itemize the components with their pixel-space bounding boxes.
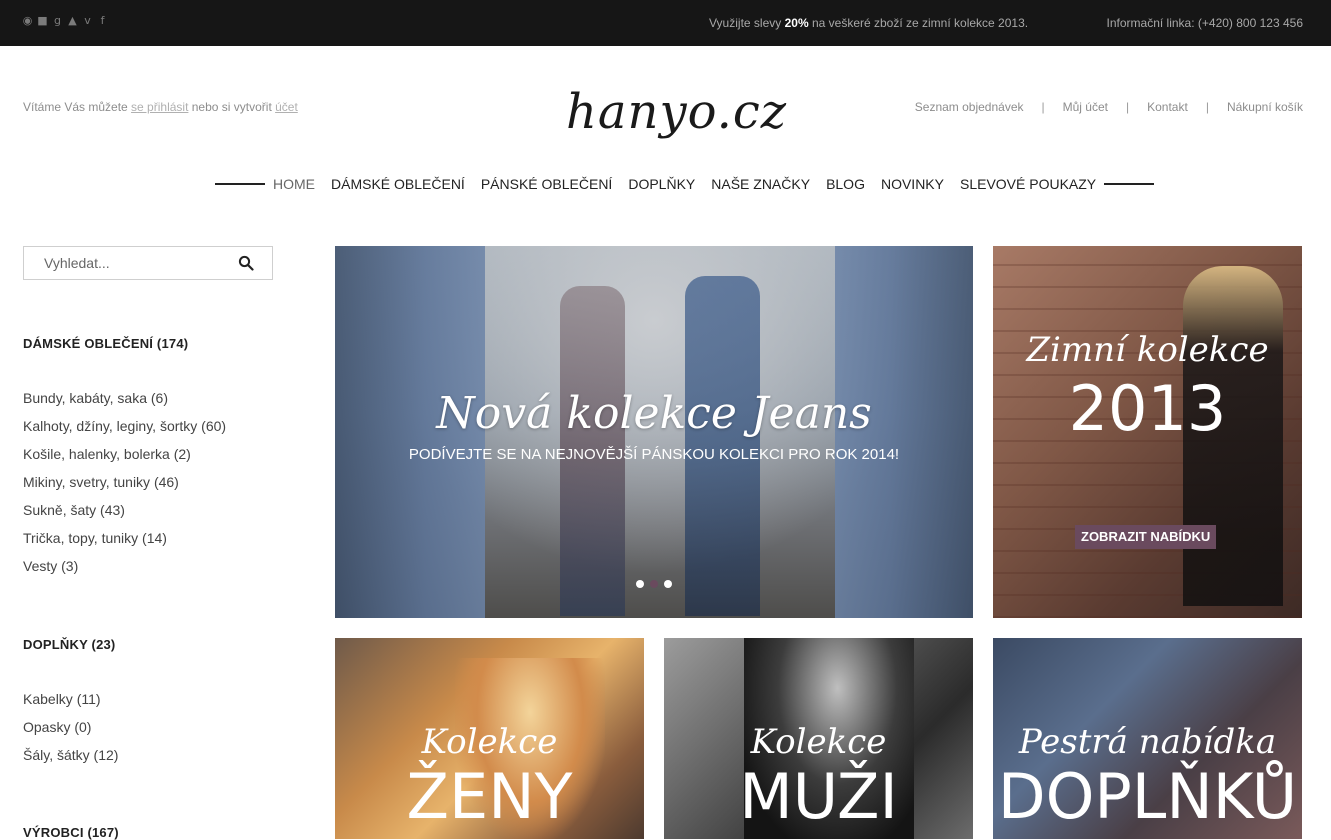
main-nav: HOME DÁMSKÉ OBLEČENÍ PÁNSKÉ OBLEČENÍ DOP… [215, 174, 1155, 194]
slider-dots [636, 580, 672, 588]
top-bar: ◉ ■ g ▲ v f Využijte slevy 20% na vešker… [0, 0, 1331, 46]
welcome-prefix: Vítáme Vás můžete [23, 100, 132, 114]
men-collection-banner[interactable]: Kolekce MUŽI [664, 638, 973, 839]
cart-link[interactable]: Nákupní košík [1227, 100, 1303, 114]
category-item[interactable]: Košile, halenky, bolerka (2) [23, 445, 226, 473]
rss-icon[interactable]: ◉ [22, 15, 33, 27]
separator: | [1205, 100, 1209, 114]
nav-item-home[interactable]: HOME [273, 174, 315, 194]
logo[interactable]: hanyo.cz [566, 82, 787, 142]
category-item[interactable]: Šály, šátky (12) [23, 746, 118, 774]
category-item[interactable]: Kabelky (11) [23, 690, 118, 718]
social-icons: ◉ ■ g ▲ v f [22, 15, 108, 27]
category-title-vyrobci[interactable]: VÝROBCI (167) [23, 825, 119, 840]
winter-year: 2013 [1068, 372, 1227, 445]
hero-subtitle: PODÍVEJTE SE NA NEJNOVĚJŠÍ PÁNSKOU KOLEK… [408, 446, 900, 463]
winter-collection-banner[interactable]: Zimní kolekce 2013 ZOBRAZIT NABÍDKU [993, 246, 1302, 618]
search-box [23, 246, 273, 280]
category-list-doplnky: Kabelky (11) Opasky (0) Šály, šátky (12) [23, 690, 118, 774]
promo-discount: 20% [784, 16, 809, 30]
create-account-link[interactable]: účet [275, 100, 298, 114]
my-account-link[interactable]: Můj účet [1063, 100, 1108, 114]
nav-item-panske[interactable]: PÁNSKÉ OBLEČENÍ [481, 174, 613, 194]
category-title-damske[interactable]: DÁMSKÉ OBLEČENÍ (174) [23, 336, 188, 351]
nav-item-novinky[interactable]: NOVINKY [881, 174, 944, 194]
nav-item-damske[interactable]: DÁMSKÉ OBLEČENÍ [331, 174, 465, 194]
category-item[interactable]: Vesty (3) [23, 557, 226, 585]
promo-before: Využijte slevy [709, 16, 785, 30]
twitter-icon[interactable]: ▲ [67, 15, 78, 27]
separator: | [1126, 100, 1130, 114]
flickr-icon[interactable]: ■ [37, 15, 48, 27]
men-title: MUŽI [739, 760, 898, 833]
men-script-title: Kolekce [750, 722, 887, 762]
welcome-text: Vítáme Vás můžete se přihlásit nebo si v… [23, 100, 298, 114]
hero-script-title: Nová kolekce Jeans [436, 388, 872, 439]
category-item[interactable]: Kalhoty, džíny, leginy, šortky (60) [23, 417, 226, 445]
category-item[interactable]: Bundy, kabáty, saka (6) [23, 389, 226, 417]
women-script-title: Kolekce [421, 722, 558, 762]
category-item[interactable]: Mikiny, svetry, tuniky (46) [23, 473, 226, 501]
category-item[interactable]: Trička, topy, tuniky (14) [23, 529, 226, 557]
nav-item-poukazy[interactable]: SLEVOVÉ POUKAZY [960, 174, 1096, 194]
category-list-damske: Bundy, kabáty, saka (6) Kalhoty, džíny, … [23, 389, 226, 585]
vimeo-icon[interactable]: v [82, 15, 93, 27]
nav-divider-left [215, 183, 265, 185]
category-title-doplnky[interactable]: DOPLŇKY (23) [23, 637, 115, 652]
slider-dot[interactable] [636, 580, 644, 588]
separator: | [1041, 100, 1045, 114]
women-collection-banner[interactable]: Kolekce ŽENY [335, 638, 644, 839]
category-item[interactable]: Sukně, šaty (43) [23, 501, 226, 529]
search-icon[interactable] [238, 255, 254, 271]
login-link[interactable]: se přihlásit [131, 100, 188, 114]
accessories-script-title: Pestrá nabídka [1018, 722, 1277, 762]
promo-after: na veškeré zboží ze zimní kolekce 2013. [808, 16, 1029, 30]
facebook-icon[interactable]: f [97, 15, 108, 27]
hotline: Informační linka: (+420) 800 123 456 [1106, 16, 1303, 30]
hero-slider[interactable]: Nová kolekce Jeans PODÍVEJTE SE NA NEJNO… [335, 246, 973, 618]
account-links: Seznam objednávek | Můj účet | Kontakt |… [915, 100, 1303, 114]
slider-dot[interactable] [664, 580, 672, 588]
slider-dot-active[interactable] [650, 580, 658, 588]
orders-link[interactable]: Seznam objednávek [915, 100, 1024, 114]
nav-divider-right [1104, 183, 1155, 185]
contact-link[interactable]: Kontakt [1147, 100, 1188, 114]
welcome-middle: nebo si vytvořit [188, 100, 276, 114]
accessories-banner[interactable]: Pestrá nabídka DOPLŇKŮ [993, 638, 1302, 839]
accessories-title: DOPLŇKŮ [997, 760, 1298, 833]
category-item[interactable]: Opasky (0) [23, 718, 118, 746]
show-offer-button[interactable]: ZOBRAZIT NABÍDKU [1075, 525, 1217, 549]
winter-script-title: Zimní kolekce [1026, 330, 1269, 370]
promo-text: Využijte slevy 20% na veškeré zboží ze z… [709, 16, 1028, 30]
nav-item-blog[interactable]: BLOG [826, 174, 865, 194]
search-input[interactable] [44, 255, 234, 271]
women-title: ŽENY [406, 760, 573, 833]
google-plus-icon[interactable]: g [52, 15, 63, 27]
nav-item-znacky[interactable]: NAŠE ZNAČKY [711, 174, 810, 194]
nav-item-doplnky[interactable]: DOPLŇKY [628, 174, 695, 194]
